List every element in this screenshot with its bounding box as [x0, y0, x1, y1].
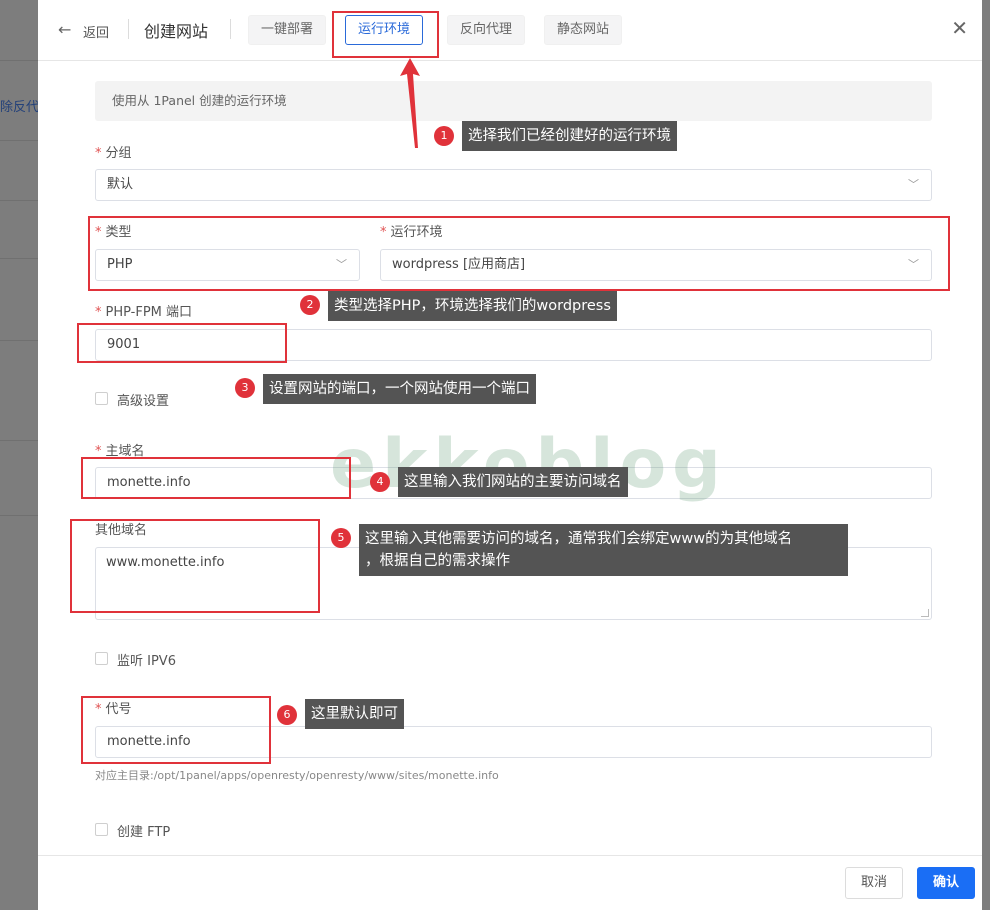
- annotation-badge-1: 1: [434, 126, 454, 146]
- resize-handle-icon[interactable]: [921, 609, 929, 617]
- annotation-badge-6: 6: [277, 705, 297, 725]
- highlight-box-fpm-port: [77, 323, 287, 363]
- scrollbar-track[interactable]: [982, 0, 990, 910]
- alias-hint: 对应主目录:/opt/1panel/apps/openresty/openres…: [95, 769, 499, 782]
- advanced-label[interactable]: 高级设置: [117, 390, 169, 409]
- annotation-callout-3: 设置网站的端口，一个网站使用一个端口: [263, 374, 536, 404]
- bg-divider: [0, 440, 38, 441]
- bg-divider: [0, 340, 38, 341]
- annotation-callout-5-line2: ，根据自己的需求操作: [365, 553, 510, 569]
- bg-divider: [0, 60, 38, 61]
- annotation-badge-4: 4: [370, 472, 390, 492]
- back-arrow-icon[interactable]: ←: [58, 20, 71, 39]
- annotation-badge-2: 2: [300, 295, 320, 315]
- bg-divider: [0, 200, 38, 201]
- arrow-up-icon: [400, 58, 420, 148]
- annotation-callout-5: 这里输入其他需要访问的域名，通常我们会绑定www的为其他域名 ，根据自己的需求操…: [359, 524, 848, 576]
- annotation-callout-5-line1: 这里输入其他需要访问的域名，通常我们会绑定www的为其他域名: [365, 531, 793, 547]
- annotation-callout-4: 这里输入我们网站的主要访问域名: [398, 467, 628, 497]
- cancel-button[interactable]: 取消: [845, 867, 904, 899]
- highlight-box-other-domains: [70, 519, 320, 613]
- annotation-callout-1: 选择我们已经创建好的运行环境: [462, 121, 677, 151]
- background-page: 除反代: [0, 0, 38, 910]
- bg-partial-text: 除反代: [0, 100, 38, 115]
- ftp-label[interactable]: 创建 FTP: [117, 821, 170, 840]
- required-mark: *: [95, 305, 102, 320]
- fpm-port-label: * PHP-FPM 端口: [95, 301, 192, 320]
- highlight-box-primary-domain: [81, 457, 351, 499]
- confirm-button[interactable]: 确认: [917, 867, 976, 899]
- runtime-notice: 使用从 1Panel 创建的运行环境: [95, 81, 932, 121]
- group-label: * 分组: [95, 142, 132, 161]
- required-mark: *: [95, 146, 102, 161]
- annotation-callout-6: 这里默认即可: [305, 699, 404, 729]
- group-label-text: 分组: [105, 146, 132, 161]
- highlight-box-type-runtime: [88, 216, 950, 291]
- tab-static-site[interactable]: 静态网站: [544, 15, 623, 45]
- drawer-header: ← 返回 创建网站 一键部署 运行环境 反向代理 静态网站 ✕: [38, 0, 982, 61]
- back-button[interactable]: 返回: [83, 22, 109, 41]
- tab-one-click-deploy[interactable]: 一键部署: [248, 15, 327, 45]
- group-select-value: 默认: [107, 177, 134, 192]
- header-divider: [128, 19, 129, 39]
- header-divider: [230, 19, 231, 39]
- bg-divider: [0, 140, 38, 141]
- bg-divider: [0, 515, 38, 516]
- ftp-checkbox[interactable]: [95, 823, 108, 836]
- bg-divider: [0, 258, 38, 259]
- ipv6-label[interactable]: 监听 IPV6: [117, 650, 176, 669]
- chevron-down-icon: ﹀: [908, 178, 919, 191]
- page-title: 创建网站: [144, 22, 209, 41]
- advanced-checkbox[interactable]: [95, 392, 108, 405]
- highlight-box-runtime-tab: [332, 11, 439, 58]
- fpm-port-label-text: PHP-FPM 端口: [105, 305, 193, 320]
- annotation-callout-2: 类型选择PHP，环境选择我们的wordpress: [328, 291, 617, 321]
- ipv6-checkbox[interactable]: [95, 652, 108, 665]
- close-icon[interactable]: ✕: [951, 16, 968, 40]
- tab-reverse-proxy[interactable]: 反向代理: [447, 15, 526, 45]
- group-select[interactable]: 默认 ﹀: [95, 169, 932, 201]
- drawer-footer: 取消 确认: [38, 855, 982, 910]
- highlight-box-alias: [81, 696, 271, 764]
- annotation-badge-5: 5: [331, 528, 351, 548]
- annotation-badge-3: 3: [235, 378, 255, 398]
